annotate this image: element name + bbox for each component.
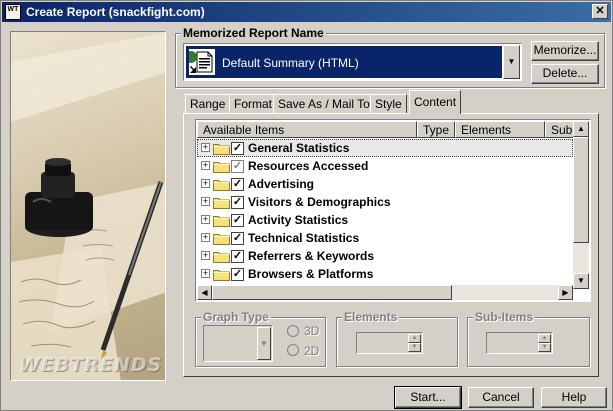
- item-checkbox[interactable]: ✓: [231, 214, 244, 227]
- arrow-right-icon: ▶: [562, 288, 569, 297]
- folder-icon: [213, 250, 230, 263]
- item-checkbox[interactable]: ✓: [231, 160, 244, 173]
- item-checkbox[interactable]: ✓: [231, 268, 244, 281]
- folder-icon: [213, 214, 230, 227]
- expand-icon[interactable]: +: [201, 161, 210, 170]
- inkwell-pen-illustration: [11, 32, 165, 380]
- folder-icon: [213, 160, 230, 173]
- window-title: Create Report (snackfight.com): [26, 5, 205, 19]
- report-document-icon: [189, 49, 215, 75]
- list-item[interactable]: + ✓ General Statistics: [197, 139, 573, 157]
- list-item[interactable]: + ✓ Advertising: [197, 175, 573, 193]
- delete-button[interactable]: Delete...: [531, 64, 599, 84]
- expand-icon[interactable]: +: [201, 179, 210, 188]
- tab-range[interactable]: Range: [185, 94, 231, 113]
- folder-icon: [213, 142, 230, 155]
- list-item[interactable]: + ✓ Referrers & Keywords: [197, 247, 573, 265]
- title-bar[interactable]: WT Create Report (snackfight.com) ✕: [2, 2, 611, 22]
- arrow-down-icon: ▼: [577, 276, 585, 285]
- cancel-button[interactable]: Cancel: [468, 387, 534, 408]
- memorized-report-select[interactable]: Default Summary (HTML) ▼: [183, 43, 522, 81]
- memorized-report-value-field[interactable]: Default Summary (HTML): [186, 46, 502, 78]
- item-checkbox[interactable]: ✓: [231, 232, 244, 245]
- expand-icon[interactable]: +: [201, 215, 210, 224]
- start-button[interactable]: Start...: [394, 386, 462, 409]
- arrow-up-icon: ▲: [577, 124, 585, 133]
- list-item-label: Activity Statistics: [248, 213, 349, 227]
- folder-icon: [213, 268, 230, 281]
- memorize-button[interactable]: Memorize...: [531, 41, 599, 61]
- artwork-image: WEBTRENDS: [10, 31, 166, 381]
- scroll-up-button[interactable]: ▲: [573, 121, 589, 137]
- list-item[interactable]: + ✓ Resources Accessed: [197, 157, 573, 175]
- vertical-scrollbar[interactable]: ▲ ▼: [573, 121, 589, 289]
- folder-icon: [213, 196, 230, 209]
- scroll-down-button[interactable]: ▼: [573, 273, 589, 289]
- list-item[interactable]: + ✓ Technical Statistics: [197, 229, 573, 247]
- tab-content[interactable]: Content: [409, 90, 462, 114]
- arrow-left-icon: ◀: [201, 288, 208, 297]
- tab-format[interactable]: Format: [229, 94, 278, 113]
- item-checkbox[interactable]: ✓: [231, 178, 244, 191]
- create-report-dialog: WT Create Report (snackfight.com) ✕ WEBT…: [0, 0, 613, 411]
- list-item-label: Visitors & Demographics: [248, 195, 391, 209]
- list-rows: + ✓ General Statistics + ✓ Resources Accessed…: [197, 139, 573, 289]
- webtrends-watermark: WEBTRENDS: [19, 354, 163, 376]
- memorized-report-value: Default Summary (HTML): [222, 56, 359, 70]
- item-checkbox[interactable]: ✓: [231, 142, 244, 155]
- folder-icon: [213, 178, 230, 191]
- expand-icon[interactable]: +: [201, 233, 210, 242]
- list-item-label: Advertising: [248, 177, 315, 191]
- webtrends-app-icon[interactable]: WT: [5, 4, 21, 20]
- combo-dropdown-button[interactable]: ▼: [503, 45, 520, 79]
- tab-style[interactable]: Style: [370, 94, 407, 113]
- list-item-label: General Statistics: [248, 141, 350, 155]
- expand-icon[interactable]: +: [201, 269, 210, 278]
- item-checkbox[interactable]: ✓: [231, 250, 244, 263]
- horizontal-scroll-thumb[interactable]: [212, 285, 452, 300]
- list-item[interactable]: + ✓ Activity Statistics: [197, 211, 573, 229]
- scroll-left-button[interactable]: ◀: [197, 285, 212, 300]
- item-checkbox[interactable]: ✓: [231, 196, 244, 209]
- list-item[interactable]: + ✓ Browsers & Platforms: [197, 265, 573, 283]
- expand-icon[interactable]: +: [201, 197, 210, 206]
- list-item-label: Resources Accessed: [248, 159, 369, 173]
- scroll-right-button[interactable]: ▶: [558, 285, 573, 300]
- column-elements[interactable]: Elements: [455, 121, 545, 138]
- close-button[interactable]: ✕: [592, 4, 608, 19]
- folder-icon: [213, 232, 230, 245]
- memorized-report-label: Memorized Report Name: [181, 26, 326, 40]
- list-item-label: Technical Statistics: [248, 231, 360, 245]
- list-item[interactable]: + ✓ Visitors & Demographics: [197, 193, 573, 211]
- horizontal-scrollbar[interactable]: ◀ ▶: [197, 285, 573, 300]
- tab-save-as-mail-to[interactable]: Save As / Mail To: [273, 94, 375, 113]
- expand-icon[interactable]: +: [201, 143, 210, 152]
- list-item-label: Referrers & Keywords: [248, 249, 375, 263]
- column-type[interactable]: Type: [417, 121, 455, 138]
- vertical-scroll-thumb[interactable]: [573, 137, 589, 243]
- chevron-down-icon: ▼: [507, 57, 516, 66]
- list-header: Available Items Type Elements Sub-: [197, 121, 579, 138]
- help-button[interactable]: Help: [541, 387, 607, 408]
- expand-icon[interactable]: +: [201, 251, 210, 260]
- list-item-label: Browsers & Platforms: [248, 267, 374, 281]
- column-available-items[interactable]: Available Items: [197, 121, 417, 138]
- available-items-list[interactable]: Available Items Type Elements Sub- + ✓ Gen…: [195, 119, 591, 302]
